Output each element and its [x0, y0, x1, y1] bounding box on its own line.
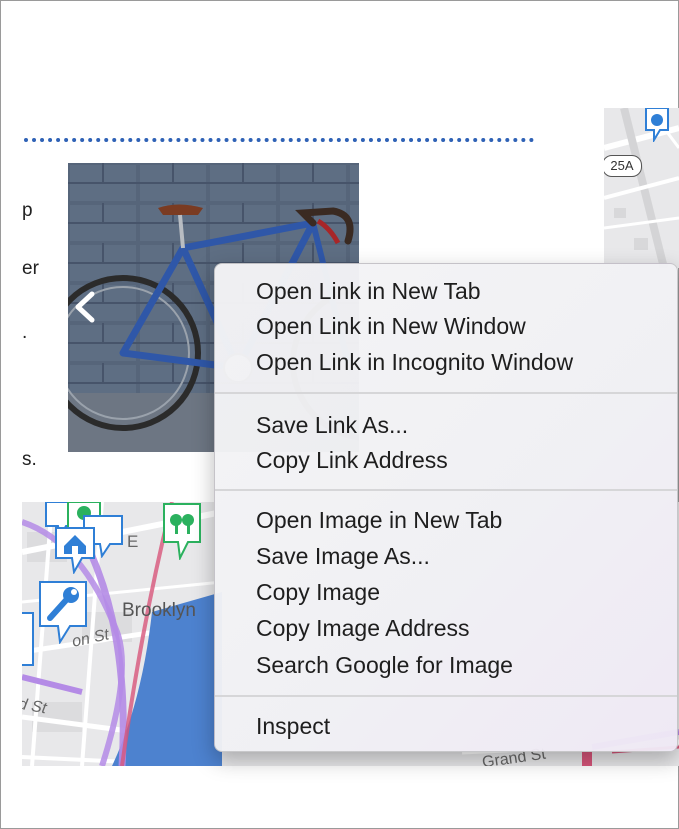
menu-item-open-image-new-tab[interactable]: Open Image in New Tab: [256, 503, 667, 537]
road-shield: 25A: [604, 155, 642, 177]
map-top[interactable]: 25A: [604, 108, 679, 268]
map-marker-icon: [22, 612, 34, 666]
menu-separator: [215, 392, 677, 394]
house-icon[interactable]: [54, 526, 96, 576]
menu-item-inspect[interactable]: Inspect: [256, 709, 667, 743]
menu-item-copy-image-address[interactable]: Copy Image Address: [256, 611, 667, 645]
article-text-fragment: s.: [22, 449, 37, 470]
map-marker-icon[interactable]: [642, 108, 672, 144]
menu-item-search-google-for-image[interactable]: Search Google for Image: [256, 648, 667, 682]
map-neighborhood-label: Brooklyn: [122, 600, 196, 621]
tree-icon[interactable]: [162, 502, 202, 562]
context-menu: Open Link in New Tab Open Link in New Wi…: [214, 263, 678, 752]
article-text-fragment: p: [22, 200, 33, 221]
menu-item-save-link-as[interactable]: Save Link As...: [256, 408, 667, 442]
menu-item-open-link-incognito[interactable]: Open Link in Incognito Window: [256, 345, 667, 379]
article-text-fragment: .: [22, 322, 28, 343]
chevron-left-icon[interactable]: [72, 290, 96, 324]
menu-separator: [215, 695, 677, 697]
menu-separator: [215, 489, 677, 491]
article-text-fragment: er: [22, 258, 39, 279]
menu-item-copy-link-address[interactable]: Copy Link Address: [256, 443, 667, 477]
menu-item-open-link-new-window[interactable]: Open Link in New Window: [256, 309, 667, 343]
menu-item-save-image-as[interactable]: Save Image As...: [256, 539, 667, 573]
menu-item-copy-image[interactable]: Copy Image: [256, 575, 667, 609]
menu-item-open-link-new-tab[interactable]: Open Link in New Tab: [256, 274, 667, 308]
dotted-divider: [24, 138, 534, 142]
map-street-label: d St: [22, 695, 48, 718]
map-letter-label: E: [127, 532, 139, 551]
